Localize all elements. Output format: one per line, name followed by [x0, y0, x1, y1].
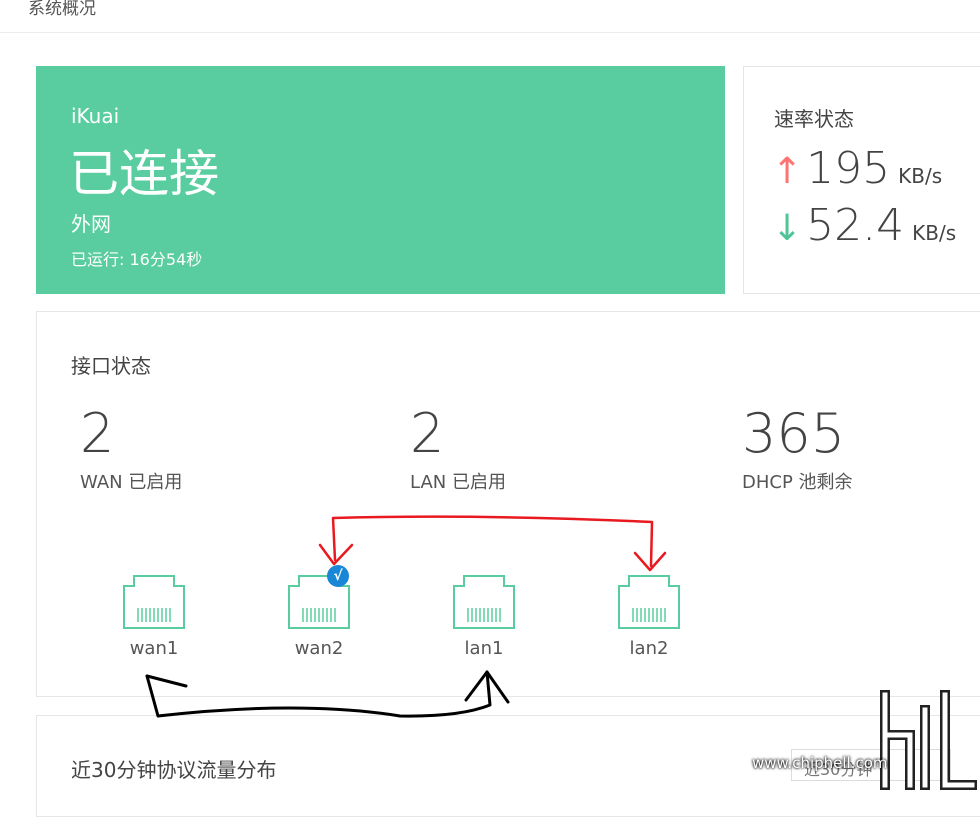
arrow-up-icon: ↑ [772, 151, 803, 192]
dhcp-pool-label: DHCP 池剩余 [742, 472, 853, 493]
arrow-down-icon: ↓ [772, 208, 803, 249]
download-rate: ↓ 52.4 KB/s [772, 204, 956, 248]
interface-title: 接口状态 [71, 354, 151, 378]
protocol-title: 近30分钟协议流量分布 [71, 758, 277, 782]
ethernet-port-icon [123, 575, 185, 629]
page-header: 系统概况 [0, 0, 980, 33]
lan-enabled-stat: 2 LAN 已启用 [410, 404, 506, 494]
selected-check-icon: √ [327, 565, 349, 587]
port-lan1[interactable]: lan1 [444, 574, 524, 659]
connection-status-card: iKuai 已连接 外网 已运行: 16分54秒 [36, 66, 725, 294]
interface-status-card: 接口状态 2 WAN 已启用 2 LAN 已启用 365 DHCP 池剩余 wa… [36, 311, 980, 697]
port-name: wan1 [129, 638, 179, 659]
rate-status-card: 速率状态 ↑ 195 KB/s ↓ 52.4 KB/s [743, 66, 980, 294]
ethernet-port-icon [618, 575, 680, 629]
dhcp-pool-stat: 365 DHCP 池剩余 [742, 404, 853, 494]
brand-name: iKuai [71, 104, 120, 128]
ethernet-port-icon [453, 575, 515, 629]
wan-enabled-count: 2 [80, 402, 115, 465]
chiphell-logo-icon [880, 690, 977, 790]
port-name: lan2 [629, 638, 669, 659]
rate-title: 速率状态 [774, 107, 854, 131]
watermark-url: www.chiphell.com [752, 754, 888, 772]
watermark: www.chiphell.com [750, 680, 980, 798]
upload-rate: ↑ 195 KB/s [772, 147, 942, 191]
port-wan2[interactable]: √ wan2 [279, 565, 359, 659]
download-unit: KB/s [912, 221, 957, 245]
wan-enabled-label: WAN 已启用 [80, 472, 183, 493]
page-title: 系统概况 [28, 0, 96, 19]
upload-unit: KB/s [898, 164, 943, 188]
port-wan1[interactable]: wan1 [114, 574, 194, 659]
port-lan2[interactable]: lan2 [609, 574, 689, 659]
download-value: 52.4 [806, 200, 905, 251]
dhcp-pool-count: 365 [742, 402, 846, 465]
lan-enabled-label: LAN 已启用 [410, 472, 506, 493]
lan-enabled-count: 2 [410, 402, 445, 465]
uptime-text: 已运行: 16分54秒 [71, 250, 203, 269]
port-name: lan1 [464, 638, 504, 659]
port-name: wan2 [294, 638, 344, 659]
upload-value: 195 [806, 143, 891, 194]
network-type: 外网 [71, 212, 111, 236]
wan-enabled-stat: 2 WAN 已启用 [80, 404, 182, 494]
connection-state: 已连接 [69, 145, 219, 203]
